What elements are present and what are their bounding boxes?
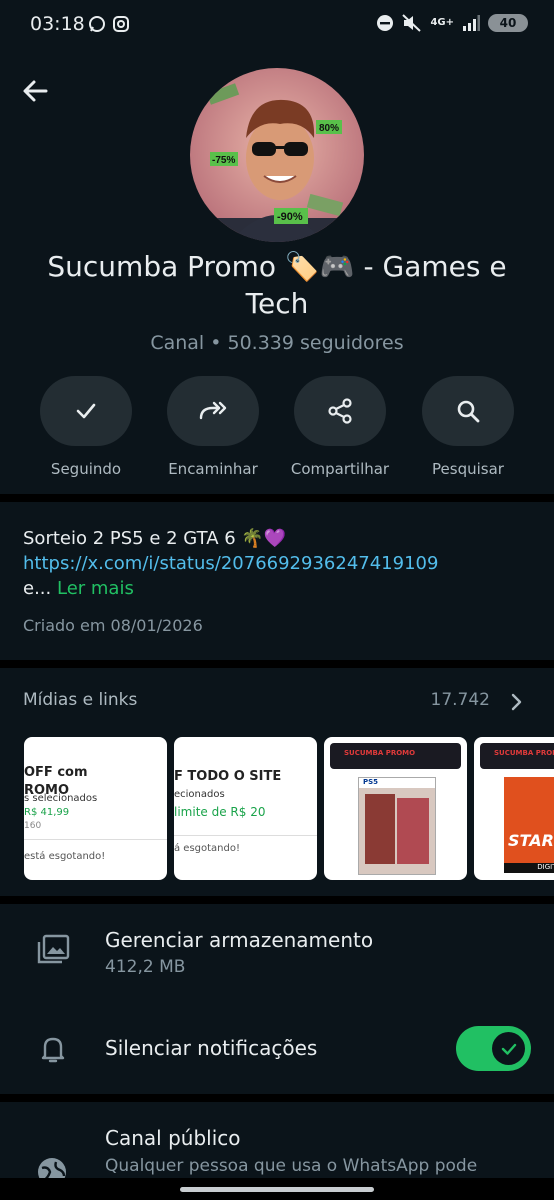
media-thumbnail[interactable]: OFF com ROMO s selecionados R$ 41,99 160… [24,737,167,880]
battery-indicator: 40 [488,14,528,32]
signal-icon [463,15,480,31]
manage-storage-item[interactable]: Gerenciar armazenamento 412,2 MB [0,912,554,1002]
media-links-header[interactable]: Mídias e links [23,690,137,710]
description-ellipsis: e... [23,578,52,599]
section-divider [0,660,554,668]
media-thumbnail[interactable]: SUCUMBA PROMO STAR DIGITA [474,737,554,880]
description-link[interactable]: https://x.com/i/status/20766929362474191… [23,551,533,576]
following-label: Seguindo [50,460,122,478]
following-button[interactable]: Seguindo [31,376,141,478]
whatsapp-notification-icon [89,16,105,32]
channel-subtitle: Canal • 50.339 seguidores [150,332,404,354]
description-text: Sorteio 2 PS5 e 2 GTA 6 🌴💜 [23,528,287,549]
created-date: Criado em 08/01/2026 [23,616,203,635]
read-more-link[interactable]: Ler mais [57,578,134,599]
mute-toggle[interactable] [456,1026,531,1071]
network-indicator: 4G+ [430,17,454,28]
system-navigation-bar [0,1178,554,1200]
mute-notifications-title: Silenciar notificações [105,1036,318,1060]
section-divider [0,896,554,904]
public-channel-title: Canal público [105,1126,241,1150]
channel-name: Sucumba Promo 🏷️🎮 - Games e Tech [47,250,507,320]
avatar-badge-80: 80% [319,123,339,134]
manage-storage-title: Gerenciar armazenamento [105,928,374,952]
instagram-notification-icon [113,16,129,32]
public-channel-subtitle: Qualquer pessoa que usa o WhatsApp pode [105,1156,478,1176]
forward-label: Encaminhar [168,460,258,478]
storage-gallery-icon [37,934,70,964]
do-not-disturb-icon [377,15,394,31]
status-bar: 03:18 4G+ 40 [0,0,554,52]
storage-size: 412,2 MB [105,957,186,977]
forward-icon [199,401,227,420]
media-thumbnails: OFF com ROMO s selecionados R$ 41,99 160… [24,737,554,880]
share-button[interactable]: Compartilhar [285,376,395,478]
channel-avatar[interactable]: 80% -75% -90% [190,68,364,242]
arrow-left-icon [23,80,48,102]
media-count[interactable]: 17.742 [431,690,490,710]
section-divider [0,494,554,502]
avatar-badge-90: -90% [277,211,303,223]
search-label: Pesquisar [432,460,504,478]
search-button[interactable]: Pesquisar [413,376,523,478]
mute-icon [402,14,422,32]
gesture-handle[interactable] [180,1187,374,1192]
search-icon [457,400,480,423]
back-button[interactable] [20,75,52,107]
check-icon [76,403,96,419]
section-divider [0,1094,554,1102]
bell-icon [41,1037,65,1063]
share-icon [328,398,352,424]
public-channel-item[interactable]: Canal público Qualquer pessoa que usa o … [0,1110,554,1186]
forward-button[interactable]: Encaminhar [158,376,268,478]
avatar-badge-75: -75% [212,155,235,166]
status-time: 03:18 [30,13,85,35]
media-thumbnail[interactable]: F TODO O SITE ecionados limite de R$ 20 … [174,737,317,880]
media-thumbnail[interactable]: SUCUMBA PROMO PS5 [324,737,467,880]
avatar-image: 80% -75% -90% [190,68,364,242]
check-icon [501,1043,516,1055]
share-label: Compartilhar [290,460,390,478]
chevron-right-icon[interactable] [510,692,524,712]
channel-description: Sorteio 2 PS5 e 2 GTA 6 🌴💜 https://x.com… [23,526,533,601]
